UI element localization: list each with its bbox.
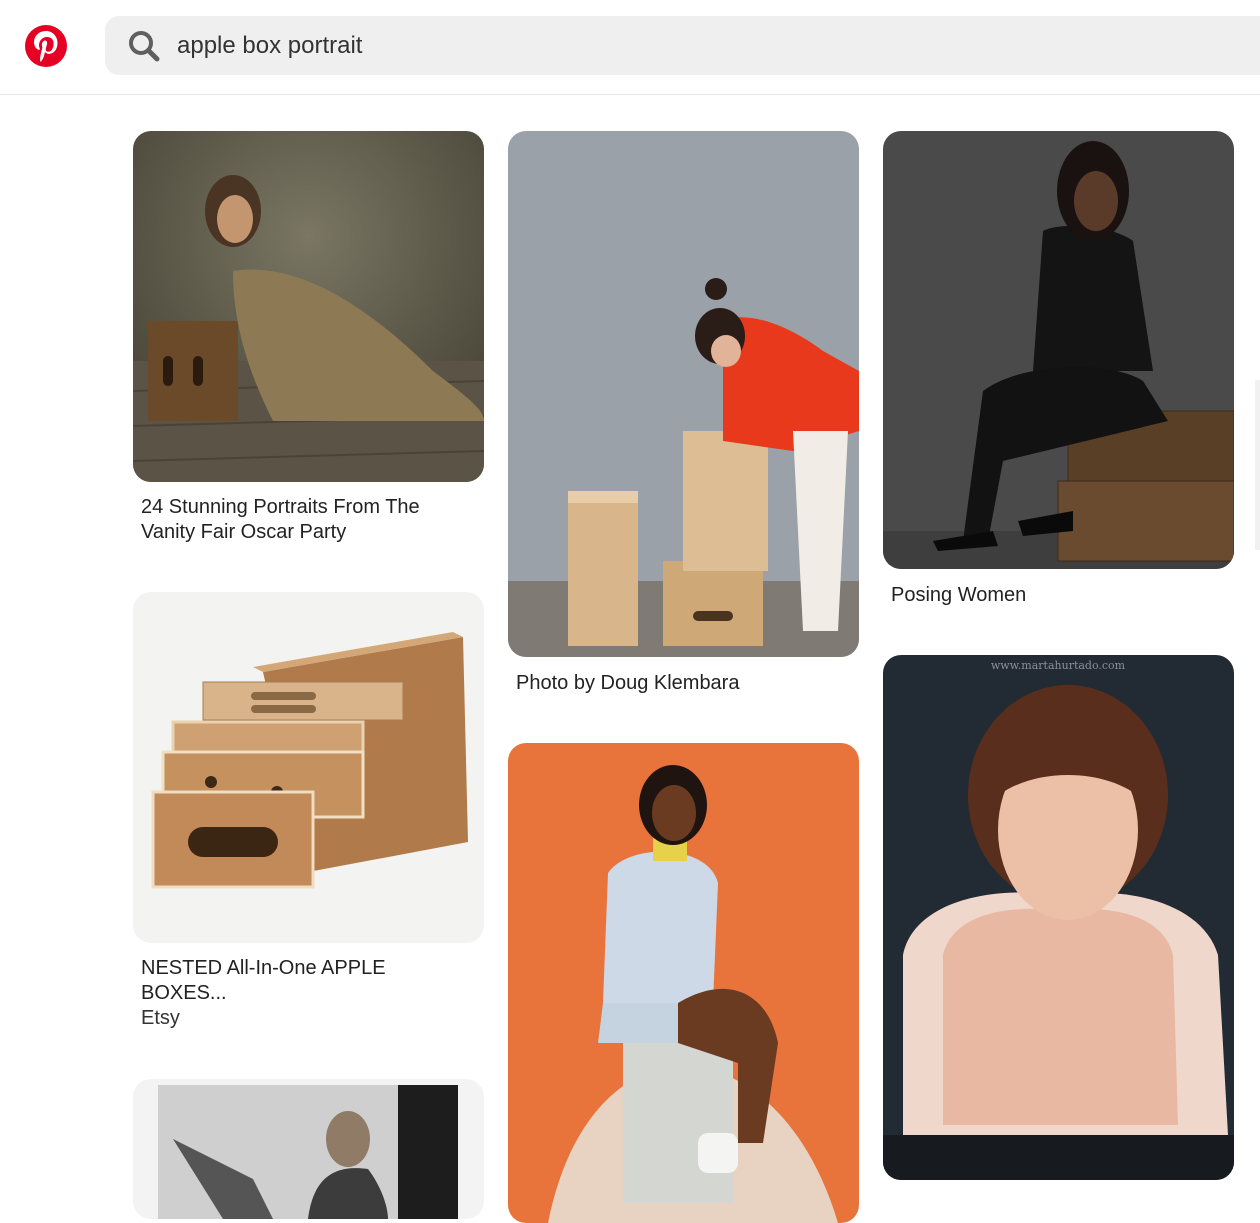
pin-card[interactable]: NESTED All-In-One APPLE BOXES... Etsy bbox=[133, 592, 484, 1042]
pin-image[interactable] bbox=[133, 1079, 484, 1219]
pin-title[interactable]: 24 Stunning Portraits From The Vanity Fa… bbox=[141, 495, 461, 545]
pin-card[interactable]: Photo by Doug Klembara bbox=[508, 131, 859, 711]
pin-source[interactable]: Etsy bbox=[141, 1006, 461, 1031]
pin-card[interactable]: 24 Stunning Portraits From The Vanity Fa… bbox=[133, 131, 484, 551]
pin-card[interactable]: www.martahurtado.com bbox=[883, 655, 1234, 1180]
pin-title[interactable]: Photo by Doug Klembara bbox=[516, 671, 836, 696]
pin-card[interactable]: Posing Women bbox=[883, 131, 1234, 621]
watermark-text: www.martahurtado.com bbox=[991, 659, 1126, 672]
pin-image[interactable] bbox=[508, 743, 859, 1223]
pin-image[interactable] bbox=[883, 131, 1234, 569]
search-bar[interactable] bbox=[105, 16, 1260, 75]
search-icon bbox=[127, 29, 161, 63]
next-column-edge bbox=[1255, 380, 1260, 550]
pin-title[interactable]: NESTED All-In-One APPLE BOXES... bbox=[141, 956, 461, 1006]
top-bar bbox=[0, 0, 1260, 95]
pin-image[interactable]: www.martahurtado.com bbox=[883, 655, 1234, 1180]
pin-image[interactable] bbox=[133, 592, 484, 943]
pin-card[interactable] bbox=[133, 1079, 484, 1219]
pin-card[interactable] bbox=[508, 743, 859, 1223]
pin-title[interactable]: Posing Women bbox=[891, 583, 1211, 608]
search-input[interactable] bbox=[177, 16, 1077, 75]
pin-image[interactable] bbox=[133, 131, 484, 482]
pin-image[interactable] bbox=[508, 131, 859, 657]
pinterest-logo-icon[interactable] bbox=[25, 25, 67, 67]
